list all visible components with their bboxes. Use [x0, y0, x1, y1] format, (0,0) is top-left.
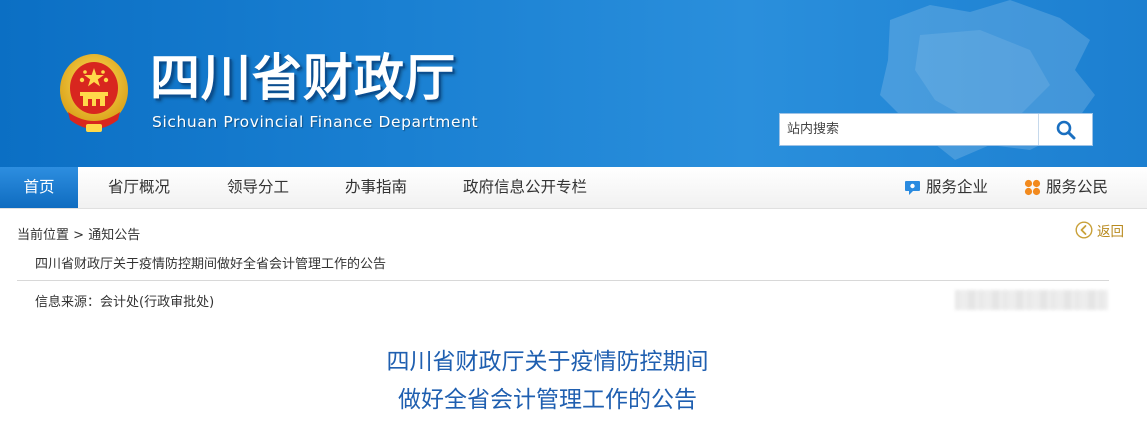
- site-header-banner: 四川省财政厅 Sichuan Provincial Finance Depart…: [0, 0, 1147, 167]
- search-input[interactable]: [780, 114, 1038, 145]
- back-label: 返回: [1097, 224, 1124, 240]
- search-button[interactable]: [1038, 114, 1092, 145]
- article-title-line1: 四川省财政厅关于疫情防控期间: [386, 349, 709, 375]
- nav-item-leadership[interactable]: 领导分工: [227, 167, 289, 208]
- article-title-line2: 做好全省会计管理工作的公告: [398, 387, 697, 413]
- document-title-small: 四川省财政厅关于疫情防控期间做好全省会计管理工作的公告: [35, 257, 387, 272]
- search-icon: [1056, 120, 1075, 139]
- info-source: 信息来源：会计处(行政审批处): [35, 295, 215, 310]
- breadcrumb-separator: >: [69, 228, 89, 243]
- breadcrumb: 当前位置 > 通知公告: [17, 224, 140, 243]
- main-nav: 首页 省厅概况 领导分工 办事指南 政府信息公开专栏 服务企业 服务公民: [0, 167, 1147, 209]
- service-enterprise-link[interactable]: 服务企业: [904, 167, 988, 208]
- back-link[interactable]: 返回: [1075, 220, 1124, 240]
- back-arrow-icon: [1075, 221, 1093, 239]
- nav-item-guide[interactable]: 办事指南: [345, 167, 407, 208]
- site-subtitle: Sichuan Provincial Finance Department: [152, 113, 479, 131]
- nav-item-home[interactable]: 首页: [0, 167, 78, 208]
- redacted-metadata: [955, 290, 1108, 310]
- divider: [17, 280, 1109, 281]
- article-title: 四川省财政厅关于疫情防控期间 做好全省会计管理工作的公告: [0, 343, 1095, 419]
- national-emblem-icon: [60, 54, 128, 132]
- chat-bubble-icon: [905, 181, 920, 195]
- service-citizen-link[interactable]: 服务公民: [1024, 167, 1108, 208]
- search-box: [779, 113, 1093, 146]
- site-title: 四川省财政厅: [150, 49, 456, 107]
- service-citizen-label: 服务公民: [1046, 178, 1109, 196]
- grid-dots-icon: [1024, 179, 1041, 196]
- breadcrumb-current[interactable]: 通知公告: [88, 228, 140, 243]
- breadcrumb-prefix: 当前位置: [17, 228, 70, 243]
- service-enterprise-label: 服务企业: [926, 178, 989, 196]
- nav-item-gov-info[interactable]: 政府信息公开专栏: [463, 167, 587, 208]
- nav-item-overview[interactable]: 省厅概况: [108, 167, 170, 208]
